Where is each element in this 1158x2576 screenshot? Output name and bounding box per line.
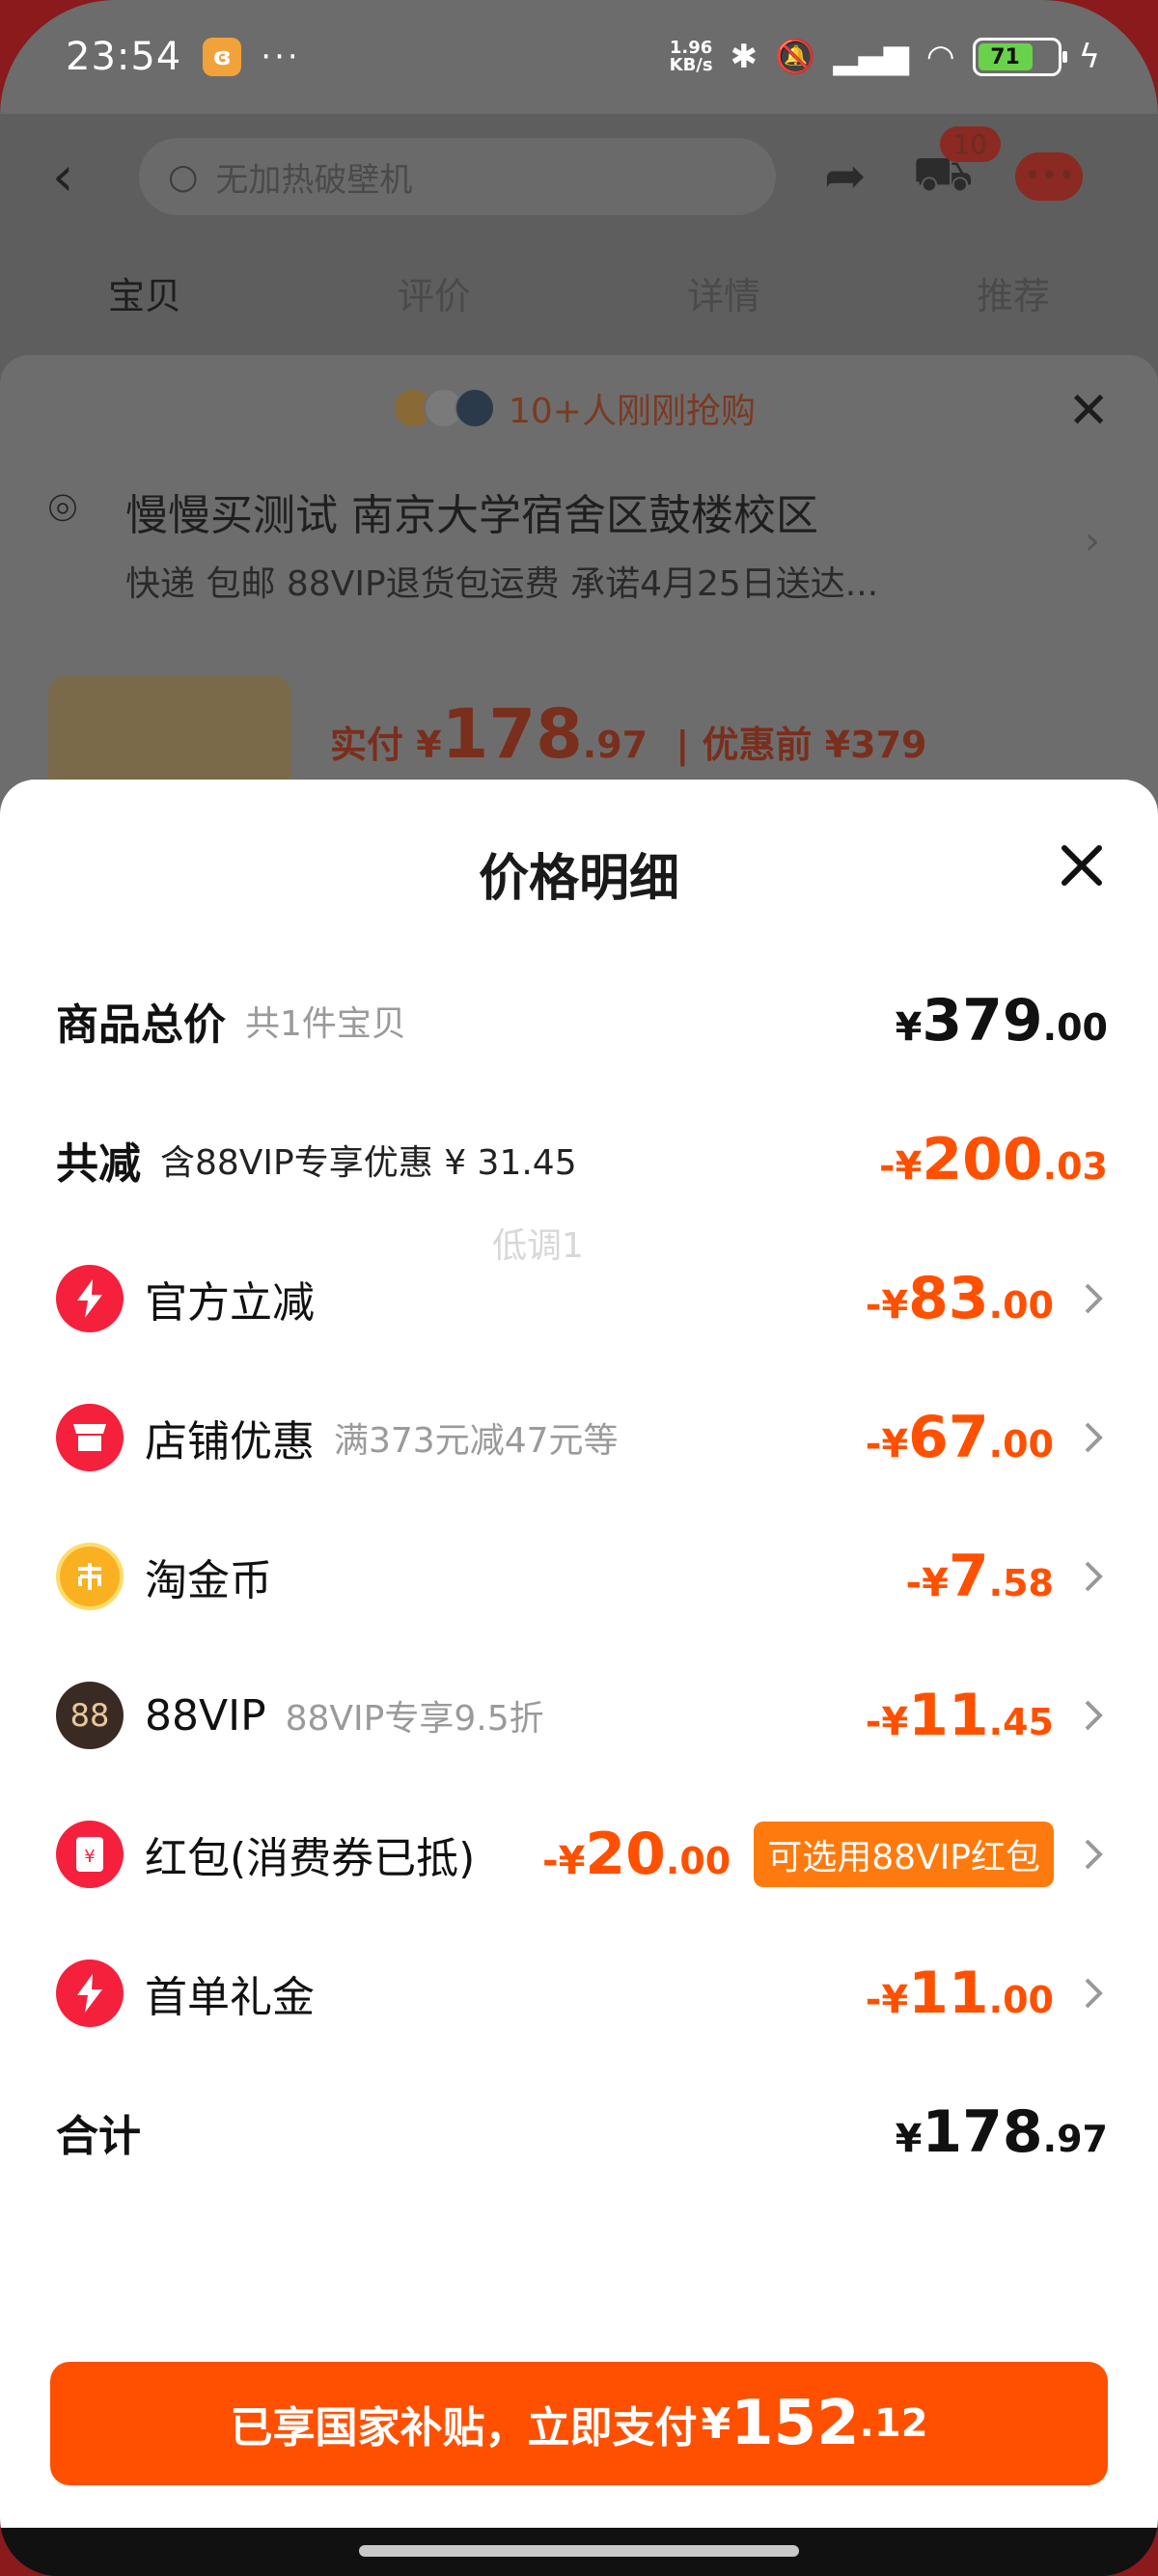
row-label: 淘金币 [145,1556,272,1605]
pay-currency: ¥ [701,2398,731,2449]
mute-icon: 🔕 [775,38,816,76]
location-pin-icon: ⌾ [48,480,77,536]
row-amount: -¥ 11.45 [865,1682,1054,1749]
row-label: 合计 [56,2112,141,2161]
row-88vip[interactable]: 88 88VIP 88VIP专享9.5折 -¥ 11.45 [56,1667,1108,1764]
pay-now-button[interactable]: 已享国家补贴，立即支付 ¥ 152 .12 [50,2362,1108,2485]
pay-button-label: 已享国家补贴，立即支付 [230,2403,698,2453]
row-goods-total: 商品总价 共1件宝贝 ¥379.00 [56,973,1108,1069]
row-sub: 88VIP专享9.5折 [285,1699,544,1739]
bluetooth-icon: ✱ [730,38,758,76]
row-shop-discount[interactable]: 店铺优惠 满373元减47元等 -¥ 67.00 [56,1389,1108,1486]
close-icon[interactable] [1060,843,1104,888]
charging-icon: ϟ [1078,38,1100,76]
recent-buyers-text: 10+人刚刚抢购 [509,392,756,431]
row-total-discount: 共减 含88VIP专享优惠 ¥ 31.45 -¥ 200.03 [56,1111,1108,1208]
cart-icon[interactable]: ⛟ 10 [913,125,1002,208]
address-line: 慢慢买测试 南京大学宿舍区鼓楼校区 [125,491,818,540]
delivery-info: 快递 包邮 88VIP退货包运费 承诺4月25日送达... [125,564,879,604]
address-section[interactable]: ⌾ 慢慢买测试 南京大学宿舍区鼓楼校区 快递 包邮 88VIP退货包运费 承诺4… [0,461,1158,606]
row-official-discount[interactable]: 官方立减 -¥ 83.00 [56,1250,1108,1347]
row-red-packet[interactable]: ¥ 红包(消费券已抵) -¥ 20.00 可选用88VIP红包 [56,1806,1108,1903]
row-label: 红包(消费券已抵) [145,1834,476,1883]
tab-reviews[interactable]: 评价 [290,266,579,319]
app-notification-icon: ɞ [203,38,242,76]
close-icon[interactable]: ✕ [1067,382,1110,440]
pay-amount-int: 152 [731,2388,860,2459]
tab-item[interactable]: 宝贝 [0,266,290,319]
chevron-right-icon [1085,1561,1103,1592]
battery-level: 71 [978,43,1033,70]
chevron-right-icon: › [1085,519,1100,563]
lightning-icon [56,1959,124,2027]
row-sub: 满373元减47元等 [334,1421,619,1461]
recent-buyers-bar: 10+人刚刚抢购 ✕ [0,355,1158,461]
row-first-order-gift[interactable]: 首单礼金 -¥ 11.00 [56,1945,1108,2042]
pay-amount-dec: .12 [859,2401,928,2446]
row-amount: -¥ 200.03 [878,1126,1108,1193]
share-icon[interactable]: ➦ [824,148,867,206]
chevron-right-icon [1085,1283,1103,1314]
tab-recommend[interactable]: 推荐 [868,266,1158,319]
chevron-right-icon [1085,1700,1103,1731]
search-icon: ○ [168,156,199,197]
row-sub: 共1件宝贝 [245,1004,406,1044]
modal-title: 价格明细 [478,850,679,908]
red-packet-icon: ¥ [56,1821,124,1888]
wifi-icon: ◠ [925,38,955,76]
phone-frame: 23:54 ɞ ··· 1.96 KB/s ✱ 🔕 ▂▄▆ ◠ 71 ϟ ‹ ○… [0,0,1158,2576]
search-placeholder: 无加热破壁机 [215,160,413,200]
row-amount: ¥379.00 [895,987,1108,1055]
signal-icon: ▂▄▆ [833,38,909,76]
cart-badge: 10 [939,125,1002,162]
chevron-right-icon [1085,1839,1103,1870]
network-speed: 1.96 KB/s [669,38,713,75]
row-amount: -¥ 83.00 [865,1265,1054,1332]
search-input[interactable]: ○ 无加热破壁机 [139,138,776,215]
chevron-right-icon [1085,1422,1103,1453]
row-label: 共减 [56,1139,141,1189]
row-sub: 含88VIP专享优惠 ¥ 31.45 [160,1143,577,1183]
row-label: 首单礼金 [145,1973,315,2022]
row-label: 88VIP [145,1690,266,1740]
row-label: 官方立减 [145,1278,315,1328]
product-tabs: 宝贝 评价 详情 推荐 [0,239,1158,345]
row-amount: ¥178.97 [895,2098,1108,2166]
more-notifications-icon: ··· [261,38,301,76]
tab-details[interactable]: 详情 [579,266,868,319]
status-bar: 23:54 ɞ ··· 1.96 KB/s ✱ 🔕 ▂▄▆ ◠ 71 ϟ [0,0,1158,114]
row-label: 商品总价 [56,1000,226,1050]
chevron-right-icon [1085,1978,1103,2009]
coin-icon [56,1543,124,1610]
back-icon[interactable]: ‹ [52,146,110,208]
status-time: 23:54 [66,35,182,79]
row-taobao-coin[interactable]: 淘金币 -¥ 7.58 [56,1528,1108,1625]
home-indicator[interactable] [359,2545,799,2557]
battery-icon: 71 [972,38,1067,76]
row-label: 店铺优惠 [145,1417,315,1466]
message-icon[interactable]: ••• [1015,152,1084,201]
row-amount: -¥ 20.00 [541,1821,731,1888]
row-amount: -¥ 67.00 [865,1404,1054,1471]
88vip-icon: 88 [56,1682,124,1749]
avatar [455,388,495,428]
select-88vip-red-packet-button[interactable]: 可选用88VIP红包 [754,1822,1054,1887]
lightning-icon [56,1265,124,1332]
row-amount: -¥ 7.58 [905,1543,1054,1610]
row-sum: 合计 ¥178.97 [56,2084,1108,2180]
svg-text:¥: ¥ [84,1847,95,1867]
top-navigation: ‹ ○ 无加热破壁机 ➦ ⛟ 10 ••• [0,114,1158,239]
shop-icon [56,1404,124,1471]
row-amount: -¥ 11.00 [865,1959,1054,2027]
